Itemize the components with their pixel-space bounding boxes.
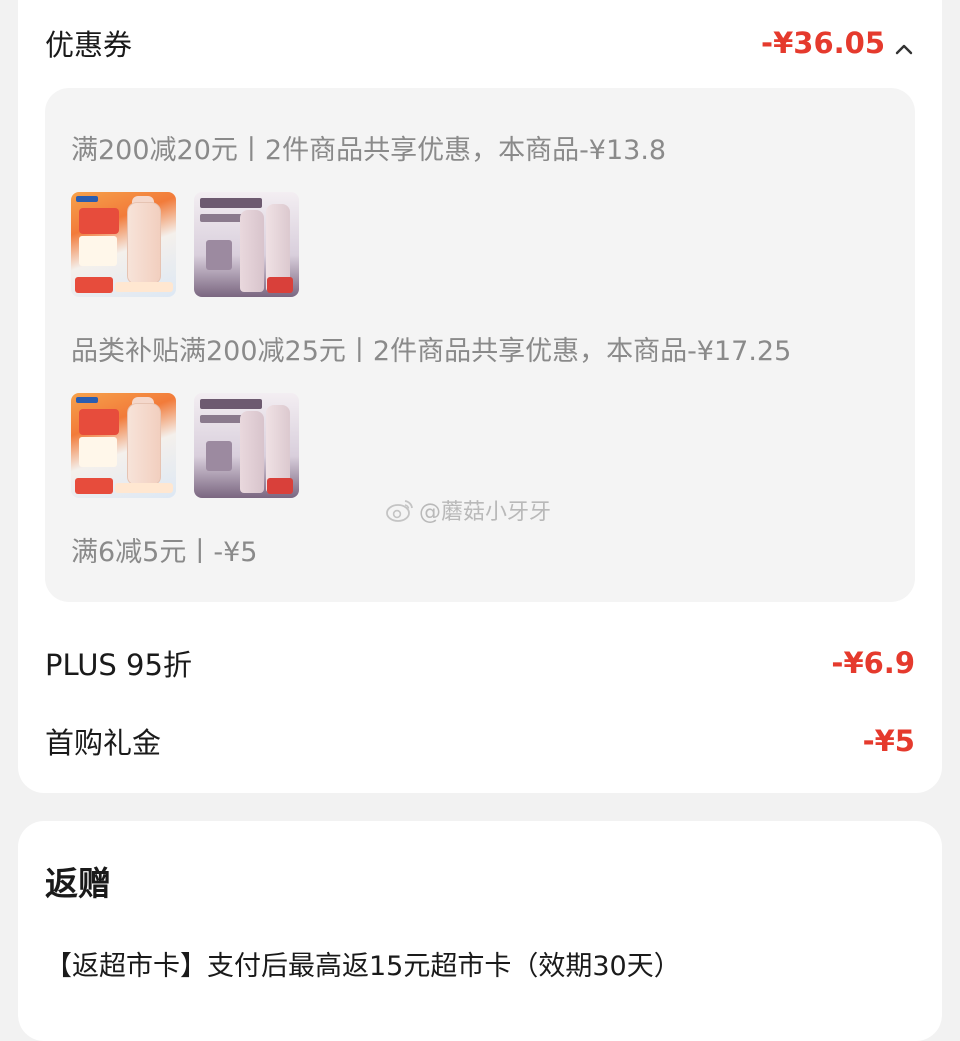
shampoo-product-thumb[interactable] <box>194 192 299 297</box>
coupon-amount: -¥36.05 <box>761 26 885 60</box>
coupon-item-1-products <box>71 192 299 297</box>
coupon-item-3-text: 满6减5元丨-¥5 <box>71 537 258 568</box>
plus-label: PLUS 95折 <box>45 648 192 682</box>
first-purchase-row: 首购礼金 -¥5 <box>45 720 915 762</box>
coupon-label: 优惠券 <box>45 28 133 62</box>
gift-description: 【返超市卡】支付后最高返15元超市卡（效期30天） <box>45 951 681 982</box>
first-purchase-value: -¥5 <box>862 724 915 758</box>
coupon-item-2-text: 品类补贴满200减25元丨2件商品共享优惠，本商品-¥17.25 <box>71 336 792 367</box>
plus-discount-row: PLUS 95折 -¥6.9 <box>45 642 915 684</box>
baby-bottle-product-thumb[interactable] <box>71 393 176 498</box>
discount-card: 优惠券 -¥36.05 满200减20元丨2件商品共享优惠，本商品-¥13.8 … <box>18 0 942 793</box>
coupon-item-2-products <box>71 393 299 498</box>
watermark-text: @蘑菇小牙牙 <box>419 500 552 525</box>
coupon-item-1-text: 满200减20元丨2件商品共享优惠，本商品-¥13.8 <box>71 135 667 166</box>
weibo-icon <box>386 500 413 522</box>
coupon-value[interactable]: -¥36.05 <box>761 26 915 60</box>
plus-value: -¥6.9 <box>831 646 915 680</box>
first-purchase-label: 首购礼金 <box>45 726 162 760</box>
gift-section-title: 返赠 <box>45 864 111 903</box>
watermark: @蘑菇小牙牙 <box>385 494 551 526</box>
shampoo-product-thumb[interactable] <box>194 393 299 498</box>
baby-bottle-product-thumb[interactable] <box>71 192 176 297</box>
chevron-up-icon[interactable] <box>893 33 915 55</box>
gift-card <box>18 821 942 1041</box>
coupon-row[interactable]: 优惠券 -¥36.05 <box>45 22 915 64</box>
